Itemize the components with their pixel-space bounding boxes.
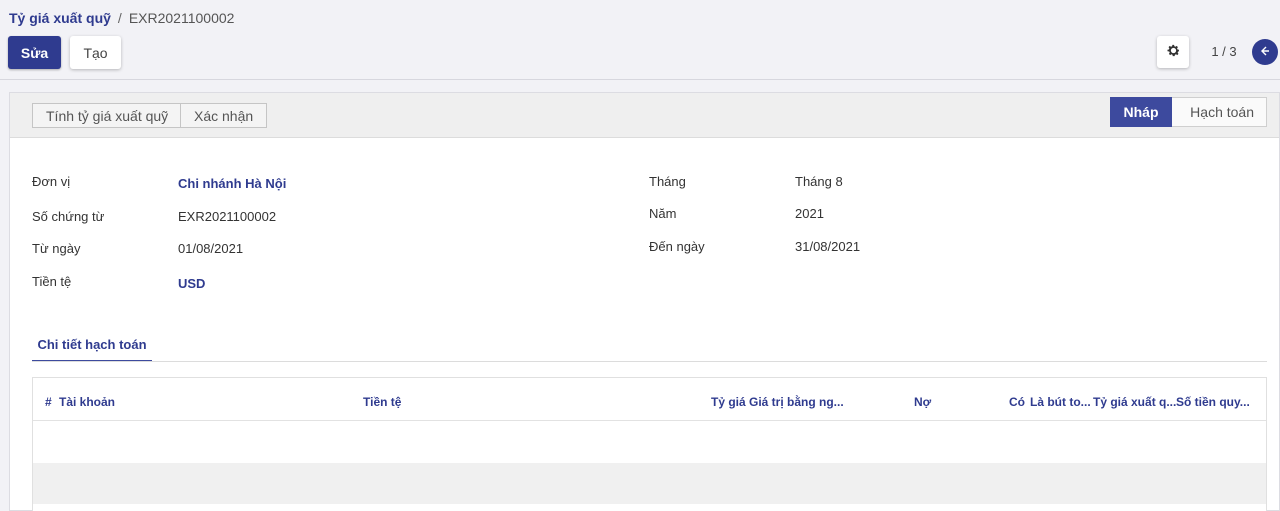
table-header: # Tài khoản Tiền tệ Tỷ giá Giá trị bằng … <box>33 378 1266 421</box>
breadcrumb-parent-link[interactable]: Tỷ giá xuất quỹ <box>9 10 111 26</box>
pager-value[interactable]: 1 / 3 <box>1204 44 1244 59</box>
year-label: Năm <box>649 206 677 221</box>
tab-accounting-details[interactable]: Chi tiết hạch toán <box>32 332 152 362</box>
edit-button[interactable]: Sửa <box>8 36 61 69</box>
calculate-rate-button[interactable]: Tính tỷ giá xuất quỹ <box>32 103 183 128</box>
voucher-number-value: EXR2021100002 <box>178 209 277 224</box>
column-header-rate[interactable]: Tỷ giá <box>711 395 746 409</box>
accounting-details-table: # Tài khoản Tiền tệ Tỷ giá Giá trị bằng … <box>32 377 1267 511</box>
create-button[interactable]: Tạo <box>70 36 121 69</box>
column-header-exchange-rate[interactable]: Tỷ giá xuất q... <box>1093 395 1176 409</box>
unit-value[interactable]: Chi nhánh Hà Nội <box>178 176 286 191</box>
stage-posted[interactable]: Hạch toán <box>1172 97 1267 127</box>
currency-label: Tiền tệ <box>32 274 72 289</box>
breadcrumb-separator: / <box>117 10 122 26</box>
currency-value[interactable]: USD <box>178 276 205 291</box>
status-bar: Tính tỷ giá xuất quỹ Xác nhận Nháp Hạch … <box>10 93 1279 138</box>
breadcrumb-current: EXR2021100002 <box>128 10 235 26</box>
from-date-value: 01/08/2021 <box>178 241 244 256</box>
arrow-left-icon <box>1259 45 1271 60</box>
column-header-value-in-currency[interactable]: Giá trị bằng ng... <box>749 395 844 409</box>
control-panel: Tỷ giá xuất quỹ / EXR2021100002 Sửa Tạo … <box>0 0 1280 80</box>
to-date-value: 31/08/2021 <box>795 239 861 254</box>
voucher-number-label: Số chứng từ <box>32 209 105 224</box>
month-value: Tháng 8 <box>795 174 843 189</box>
stage-draft[interactable]: Nháp <box>1110 97 1181 127</box>
settings-button[interactable] <box>1157 36 1189 68</box>
column-header-currency[interactable]: Tiền tệ <box>363 395 401 409</box>
from-date-label: Từ ngày <box>32 241 81 256</box>
to-date-label: Đến ngày <box>649 239 705 254</box>
unit-label: Đơn vị <box>32 174 71 189</box>
column-header-converted-amount[interactable]: Số tiền quy... <box>1176 395 1250 409</box>
column-header-is-entry[interactable]: Là bút to... <box>1030 395 1091 409</box>
confirm-button[interactable]: Xác nhận <box>180 103 268 128</box>
column-header-debit[interactable]: Nợ <box>914 395 931 409</box>
tab-divider <box>32 361 1267 362</box>
column-header-index: # <box>45 395 52 409</box>
column-header-account[interactable]: Tài khoản <box>59 395 115 409</box>
status-stages: Nháp Hạch toán <box>1110 97 1267 127</box>
year-value: 2021 <box>795 206 824 221</box>
month-label: Tháng <box>649 174 686 189</box>
column-header-credit[interactable]: Có <box>1009 395 1025 409</box>
table-row <box>33 421 1266 462</box>
form-sheet: Tính tỷ giá xuất quỹ Xác nhận Nháp Hạch … <box>9 92 1280 511</box>
table-row <box>33 463 1266 504</box>
gear-icon <box>1166 43 1181 61</box>
previous-record-button[interactable] <box>1252 39 1278 65</box>
breadcrumb: Tỷ giá xuất quỹ / EXR2021100002 <box>9 10 234 26</box>
